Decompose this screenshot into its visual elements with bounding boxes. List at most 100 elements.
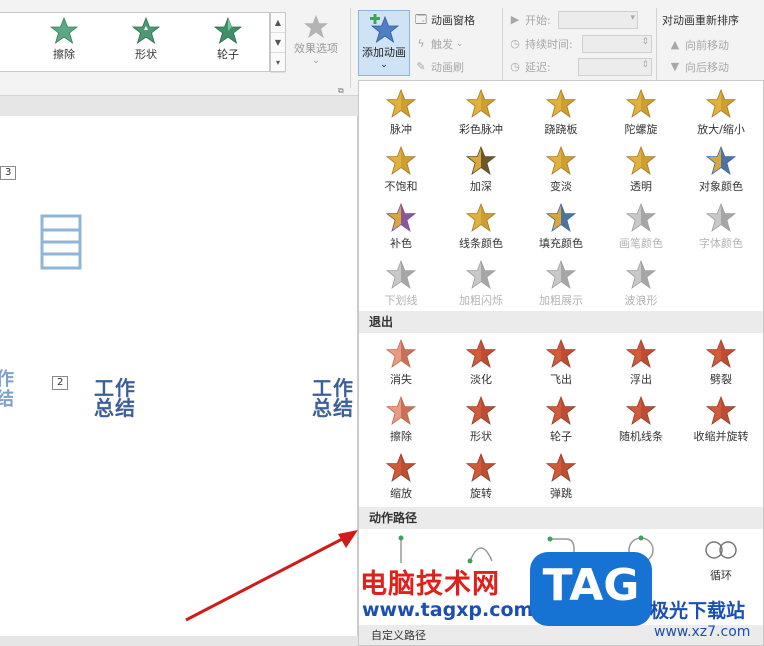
scroll-up-icon[interactable]: ▲ <box>271 13 285 33</box>
effect-item[interactable]: 形状 <box>441 392 521 448</box>
loop-path-icon <box>705 541 737 559</box>
effect-item[interactable]: 画笔颜色 <box>601 199 681 255</box>
effect-item[interactable]: 字体颜色 <box>681 199 761 255</box>
effect-item[interactable]: 劈裂 <box>681 335 761 391</box>
watermark-url: www.tagxp.com <box>362 599 534 621</box>
delay-label: 延迟: <box>525 61 551 74</box>
move-later-label: 向后移动 <box>685 61 729 74</box>
effect-label: 弹跳 <box>550 487 572 500</box>
powerpoint-window: 擦除 形状 轮子 ▲ ▼ ▾ 效果选项 ⌄ ⧉ 添加动画 ⌄ 🗔 动画窗格 ϟ … <box>0 0 764 646</box>
duration-label: 持续时间: <box>525 38 573 51</box>
gallery-item-shape[interactable]: 形状 <box>116 17 176 62</box>
exit-star-icon <box>546 339 576 368</box>
animation-pane-button[interactable]: 🗔 动画窗格 <box>414 12 475 28</box>
emphasis-star-icon <box>546 146 576 175</box>
effect-item[interactable]: 波浪形 <box>601 256 681 312</box>
effect-label: 波浪形 <box>624 294 658 307</box>
delay-input[interactable]: ⇕ <box>578 58 652 76</box>
effect-item[interactable]: 飞出 <box>521 335 601 391</box>
duration-input[interactable]: ⇕ <box>582 35 652 53</box>
start-dropdown[interactable]: ▾ <box>558 11 638 29</box>
emphasis-star-icon <box>466 146 496 175</box>
slide-title-text[interactable]: 工作 总结 <box>312 378 354 418</box>
effect-item[interactable]: 彩色脉冲 <box>441 85 521 141</box>
effect-item[interactable]: 浮出 <box>601 335 681 391</box>
slide-title-text[interactable]: 工作 总结 <box>94 378 136 418</box>
effect-item[interactable]: 轮子 <box>521 392 601 448</box>
move-earlier-button[interactable]: ▲ 向前移动 <box>668 37 729 53</box>
dialog-launcher-icon[interactable]: ⧉ <box>338 86 344 96</box>
effect-item[interactable]: 收缩并旋转 <box>681 392 761 448</box>
exit-star-icon <box>466 396 496 425</box>
effect-item[interactable]: 放大/缩小 <box>681 85 761 141</box>
effect-item[interactable]: 补色 <box>361 199 441 255</box>
emphasis-star-icon <box>386 89 416 118</box>
effect-item[interactable]: 填充颜色 <box>521 199 601 255</box>
gallery-more-icon[interactable]: ▾ <box>271 53 285 73</box>
animation-order-tag[interactable]: 3 <box>0 166 17 180</box>
trigger-button[interactable]: ϟ 触发 ⌄ <box>414 36 464 52</box>
effect-item[interactable]: 加深 <box>441 142 521 198</box>
add-animation-button[interactable]: 添加动画 ⌄ <box>358 10 410 76</box>
spinner-icon: ⇕ <box>641 37 649 47</box>
exit-star-icon <box>546 453 576 482</box>
gallery-item-wipe[interactable]: 擦除 <box>34 17 94 62</box>
effect-label: 飞出 <box>550 373 572 386</box>
gallery-scrollbar[interactable]: ▲ ▼ ▾ <box>270 12 286 73</box>
watermark-site-name: 电脑技术网 <box>360 569 500 600</box>
effect-item[interactable]: 淡化 <box>441 335 521 391</box>
exit-star-icon <box>466 339 496 368</box>
effect-options-button[interactable]: 效果选项 ⌄ <box>290 14 342 66</box>
motion-path-loops[interactable]: 循环 <box>681 531 761 587</box>
chevron-down-icon: ⌄ <box>456 39 464 49</box>
effect-item[interactable]: 擦除 <box>361 392 441 448</box>
emphasis-star-icon <box>546 260 576 289</box>
line-path-icon <box>398 535 404 563</box>
wipe-star-icon <box>50 17 78 44</box>
lightning-icon: ϟ <box>417 37 425 50</box>
effect-label: 填充颜色 <box>539 237 583 250</box>
exit-star-icon <box>626 396 656 425</box>
animation-order-tag[interactable]: 2 <box>52 376 69 390</box>
effect-item[interactable]: 消失 <box>361 335 441 391</box>
effect-item[interactable]: 下划线 <box>361 256 441 312</box>
exit-star-icon <box>386 453 416 482</box>
list-graphic-icon[interactable] <box>40 214 82 270</box>
effect-item[interactable]: 变淡 <box>521 142 601 198</box>
effect-label: 跷跷板 <box>544 123 578 136</box>
effect-label: 陀螺旋 <box>624 123 658 136</box>
effect-item[interactable]: 旋转 <box>441 449 521 505</box>
effect-item[interactable]: 缩放 <box>361 449 441 505</box>
start-label-row: ▶ 开始: <box>508 12 551 28</box>
play-icon: ▶ <box>510 13 520 26</box>
move-later-button[interactable]: ▼ 向后移动 <box>668 59 729 75</box>
tag-logo-text: TAG <box>542 560 640 611</box>
effect-item[interactable]: 跷跷板 <box>521 85 601 141</box>
effect-item[interactable]: 线条颜色 <box>441 199 521 255</box>
delay-label-row: ◷ 延迟: <box>508 59 551 75</box>
animation-pane-icon: 🗔 <box>415 13 427 26</box>
chevron-down-icon: ⌄ <box>312 56 320 66</box>
emphasis-star-icon <box>626 146 656 175</box>
effect-item[interactable]: 加粗展示 <box>521 256 601 312</box>
effect-item[interactable]: 脉冲 <box>361 85 441 141</box>
effect-item[interactable]: 不饱和 <box>361 142 441 198</box>
effect-item[interactable]: 加粗闪烁 <box>441 256 521 312</box>
clock-icon: ◷ <box>510 37 520 50</box>
emphasis-star-icon <box>546 203 576 232</box>
effect-item[interactable]: 弹跳 <box>521 449 601 505</box>
effect-item[interactable]: 陀螺旋 <box>601 85 681 141</box>
arc-path-icon <box>467 547 493 564</box>
title-line: 作 <box>0 369 15 390</box>
effect-item[interactable]: 随机线条 <box>601 392 681 448</box>
animation-painter-button[interactable]: ✎ 动画刷 <box>414 59 464 75</box>
wheel-star-icon <box>214 17 242 44</box>
effect-item[interactable]: 透明 <box>601 142 681 198</box>
reorder-title: 对动画重新排序 <box>662 12 739 28</box>
emphasis-star-icon <box>386 260 416 289</box>
gallery-item-wheel[interactable]: 轮子 <box>198 17 258 62</box>
effect-label: 浮出 <box>630 373 652 386</box>
effect-item[interactable]: 对象颜色 <box>681 142 761 198</box>
partial-title-left[interactable]: 作 结 <box>0 370 15 410</box>
scroll-down-icon[interactable]: ▼ <box>271 33 285 53</box>
